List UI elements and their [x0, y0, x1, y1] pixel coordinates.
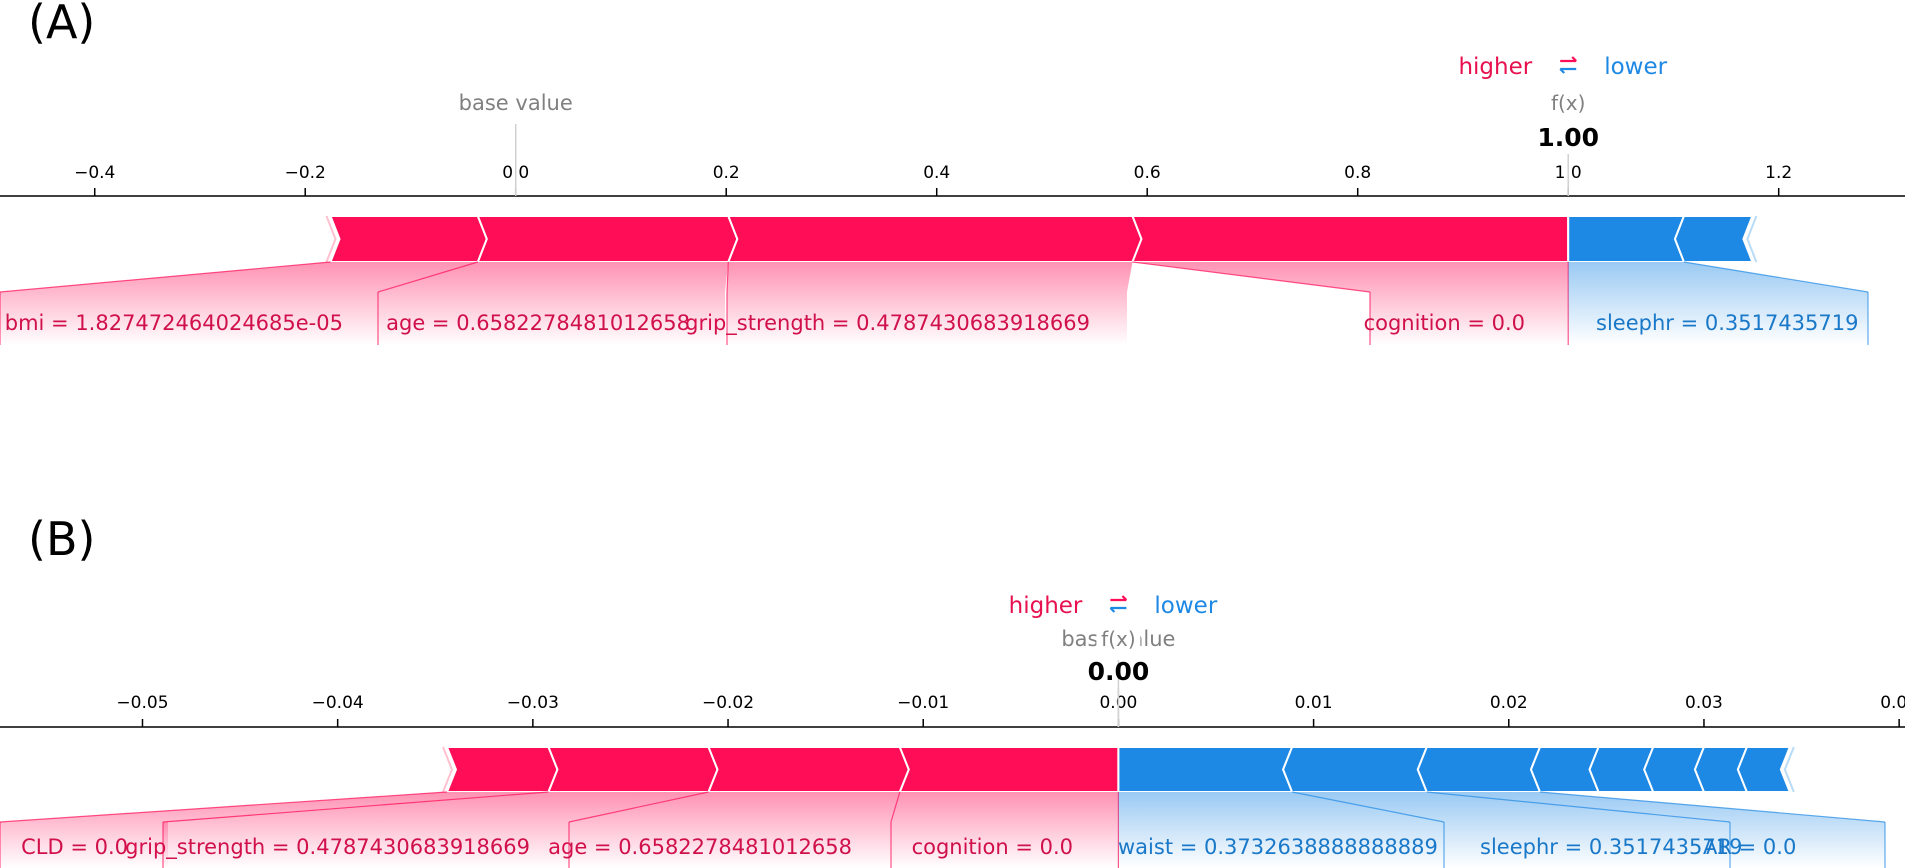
x-tick-label: 0.02 — [1490, 693, 1528, 713]
legend-lower: lower — [1604, 54, 1667, 80]
x-tick-label: 0.8 — [1344, 163, 1371, 183]
force-bar-negative — [1282, 746, 1429, 793]
panel-label: (A) — [28, 0, 95, 49]
force-bar-negative — [1416, 746, 1542, 793]
x-tick-label: −0.4 — [74, 163, 115, 183]
feature-label-positive: bmi = 1.827472464024685e-05 — [5, 311, 343, 335]
base-value-label: base value — [459, 91, 573, 115]
panel-label: (B) — [28, 512, 95, 566]
x-tick-label: −0.01 — [897, 693, 949, 713]
force-bar-positive — [898, 746, 1120, 793]
arrow-left-icon — [1559, 67, 1577, 74]
force-bar-positive — [1131, 215, 1570, 263]
force-bar-positive — [445, 746, 559, 793]
force-bar-negative — [1736, 746, 1792, 793]
force-bar-positive — [329, 215, 488, 263]
legend-lower: lower — [1154, 593, 1217, 619]
x-tick-label: 0.2 — [713, 163, 740, 183]
force-bar-negative — [1117, 746, 1294, 793]
x-tick-label: −0.03 — [507, 693, 559, 713]
arrow-right-icon — [1560, 56, 1577, 63]
feature-label-positive: cognition = 0.0 — [1364, 311, 1525, 335]
x-tick-label: 0.01 — [1295, 693, 1333, 713]
feature-label-positive: grip_strength = 0.4787430683918669 — [125, 835, 530, 860]
force-bar-positive — [726, 215, 1143, 263]
x-tick-label: 0.03 — [1685, 693, 1723, 713]
force-bar-negative — [1529, 746, 1601, 793]
feature-label-negative: AR = 0.0 — [1703, 835, 1796, 859]
legend-higher: higher — [1009, 593, 1083, 619]
fx-value: 0.00 — [1088, 657, 1150, 686]
force-bar-positive — [546, 746, 719, 793]
swap-arrows-icon — [1109, 595, 1128, 613]
feature-label-positive: age = 0.6582278481012658 — [548, 835, 852, 859]
force-bar-positive — [476, 215, 739, 263]
force-bar-negative — [1673, 215, 1754, 263]
feature-label-negative: sleephr = 0.3517435719 — [1596, 311, 1858, 335]
feature-label-positive: CLD = 0.0 — [21, 835, 128, 859]
x-tick-label: 0.4 — [923, 163, 950, 183]
force-bar-positive — [707, 746, 910, 793]
force-plot-panel-a: (A)−0.4 −0.2 0 0 0.2 0.4 0.6 0.8 1 0 1.2higher lo… — [0, 0, 1905, 345]
force-bar-negative — [1567, 215, 1686, 263]
force-plot-figure: (A)−0.4 −0.2 0 0 0.2 0.4 0.6 0.8 1 0 1.2higher lo… — [0, 0, 1905, 868]
x-tick-label: −0.05 — [116, 693, 168, 713]
force-plot-panel-b: (B) −0.05 −0.04 −0.03 −0.02 −0.01 0.00 0.01 0.02… — [0, 512, 1905, 868]
legend-higher: higher — [1458, 54, 1532, 80]
x-tick-label: 0.04 — [1880, 693, 1905, 713]
swap-arrows-icon — [1559, 56, 1577, 74]
x-tick-label: −0.04 — [312, 693, 364, 713]
fx-label: f(x) — [1101, 627, 1135, 651]
x-tick-label: 0.6 — [1134, 163, 1161, 183]
fx-value: 1.00 — [1537, 123, 1599, 152]
x-tick-label: −0.02 — [702, 693, 754, 713]
x-tick-label: −0.2 — [285, 163, 326, 183]
feature-label-positive: cognition = 0.0 — [912, 835, 1073, 859]
feature-label-positive: age = 0.6582278481012658 — [386, 311, 690, 335]
feature-label-positive: grip_strength = 0.4787430683918669 — [685, 311, 1090, 336]
feature-label-negative: waist = 0.3732638888888889 — [1118, 835, 1438, 859]
arrow-left-icon — [1109, 606, 1127, 613]
arrow-right-icon — [1110, 595, 1128, 602]
x-tick-label: 1.2 — [1765, 163, 1792, 183]
fx-label: f(x) — [1551, 91, 1585, 115]
